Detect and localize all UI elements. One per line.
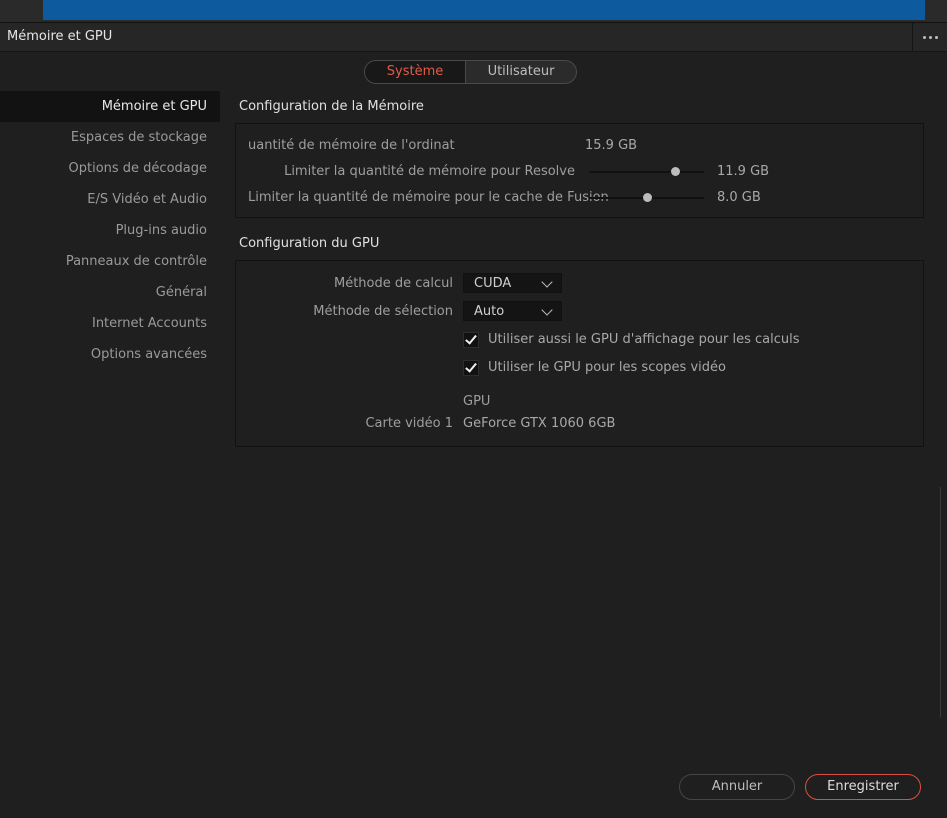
sidebar-item-options-decodage[interactable]: Options de décodage bbox=[0, 153, 220, 184]
selection-method-select[interactable]: Auto bbox=[463, 301, 562, 321]
gpu-column-header: GPU bbox=[463, 394, 491, 409]
memory-section-title: Configuration de la Mémoire bbox=[239, 99, 424, 114]
fusion-cache-slider-knob[interactable] bbox=[642, 193, 652, 202]
compute-method-select[interactable]: CUDA bbox=[463, 273, 562, 293]
sidebar-item-memoire-gpu[interactable]: Mémoire et GPU bbox=[0, 91, 220, 122]
use-gpu-scopes-label: Utiliser le GPU pour les scopes vidéo bbox=[488, 360, 726, 375]
use-gpu-scopes-checkbox[interactable] bbox=[463, 360, 479, 376]
video-card-value: GeForce GTX 1060 6GB bbox=[463, 416, 616, 431]
use-display-gpu-checkbox[interactable] bbox=[463, 332, 479, 348]
video-card-label: Carte vidéo 1 bbox=[365, 416, 453, 431]
more-options-icon[interactable] bbox=[912, 23, 947, 51]
settings-scope-toggle: Système Utilisateur bbox=[364, 60, 577, 84]
fusion-cache-value: 8.0 GB bbox=[717, 190, 761, 205]
sidebar-item-plugins-audio[interactable]: Plug-ins audio bbox=[0, 215, 220, 246]
compute-method-value: CUDA bbox=[474, 276, 512, 291]
fusion-cache-slider[interactable] bbox=[589, 193, 704, 202]
background-window-blue bbox=[43, 0, 925, 20]
compute-method-label: Méthode de calcul bbox=[334, 276, 453, 291]
title-bar: Mémoire et GPU bbox=[0, 22, 947, 52]
background-window-strip bbox=[0, 0, 947, 22]
resolve-memory-value: 11.9 GB bbox=[717, 164, 770, 179]
use-display-gpu-label: Utiliser aussi le GPU d'affichage pour l… bbox=[488, 332, 800, 347]
sidebar-item-espaces-stockage[interactable]: Espaces de stockage bbox=[0, 122, 220, 153]
selection-method-value: Auto bbox=[474, 304, 505, 319]
sidebar-item-panneaux-controle[interactable]: Panneaux de contrôle bbox=[0, 246, 220, 277]
system-memory-value: 15.9 GB bbox=[585, 138, 638, 153]
sidebar-item-options-avancees[interactable]: Options avancées bbox=[0, 339, 220, 370]
background-panel-edge bbox=[940, 487, 947, 717]
chevron-down-icon bbox=[541, 276, 553, 288]
save-button[interactable]: Enregistrer bbox=[805, 774, 921, 800]
sidebar-item-internet-accounts[interactable]: Internet Accounts bbox=[0, 308, 220, 339]
resolve-memory-label: Limiter la quantité de mémoire pour Reso… bbox=[284, 164, 575, 179]
sidebar-item-general[interactable]: Général bbox=[0, 277, 220, 308]
tab-utilisateur[interactable]: Utilisateur bbox=[466, 61, 576, 83]
window-title: Mémoire et GPU bbox=[7, 29, 113, 44]
settings-sidebar: Mémoire et GPU Espaces de stockage Optio… bbox=[0, 91, 220, 370]
selection-method-label: Méthode de sélection bbox=[313, 304, 453, 319]
cancel-button[interactable]: Annuler bbox=[679, 774, 795, 800]
tab-systeme[interactable]: Système bbox=[365, 61, 466, 83]
sidebar-item-es-video-audio[interactable]: E/S Vidéo et Audio bbox=[0, 184, 220, 215]
resolve-memory-slider[interactable] bbox=[589, 167, 704, 176]
gpu-section-title: Configuration du GPU bbox=[239, 236, 380, 251]
chevron-down-icon bbox=[541, 304, 553, 316]
fusion-cache-label: Limiter la quantité de mémoire pour le c… bbox=[248, 190, 609, 205]
system-memory-label: uantité de mémoire de l'ordinateur bbox=[248, 138, 455, 153]
